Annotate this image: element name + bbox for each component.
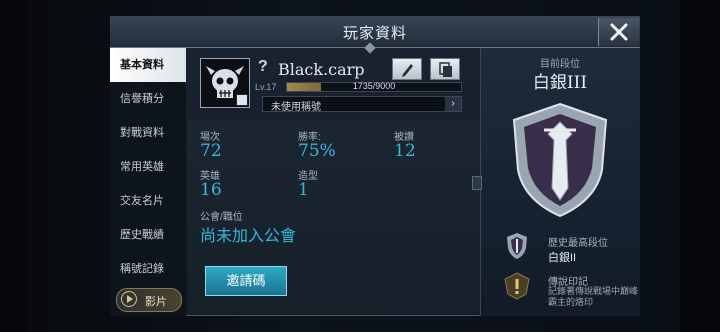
highest-rank-value: 白銀II — [548, 252, 577, 264]
right-edge — [680, 0, 720, 332]
winrate-value: 75% — [298, 141, 336, 161]
tab-basic-info[interactable]: 基本資料 — [110, 48, 186, 82]
rename-button[interactable] — [392, 58, 422, 80]
rank-collapse-toggle[interactable] — [472, 176, 482, 190]
player-name: Black.carp — [278, 60, 365, 79]
window-title: 玩家資料 — [342, 25, 407, 42]
close-icon — [610, 23, 628, 41]
invite-code-button[interactable]: 邀請碼 — [205, 266, 287, 296]
copy-icon — [439, 62, 452, 77]
help-icon[interactable]: ? — [258, 58, 268, 76]
guild-value: 尚未加入公會 — [200, 228, 297, 245]
player-level: Lv.17 — [255, 82, 277, 92]
pencil-icon — [402, 64, 413, 77]
play-icon — [121, 291, 137, 307]
legend-mark-description: 記錄著傳說戰場中巔峰霸主的烙印 — [548, 286, 639, 307]
current-rank-value: 白銀III — [532, 73, 588, 93]
chevron-right-icon: › — [445, 97, 461, 111]
legend-mark-icon — [504, 272, 530, 300]
skins-value: 1 — [298, 180, 309, 200]
tab-common-heroes[interactable]: 常用英雄 — [110, 150, 186, 184]
avatar-edit-icon[interactable] — [236, 94, 248, 106]
player-title-select[interactable]: 未使用稱號 › — [262, 96, 462, 113]
matches-value: 72 — [200, 141, 222, 161]
left-edge — [0, 0, 28, 332]
likes-value: 12 — [394, 141, 416, 161]
tab-match-data[interactable]: 對戰資料 — [110, 116, 186, 150]
highest-rank-icon — [507, 233, 527, 259]
exp-text: 1735/9000 — [352, 81, 396, 91]
profile-tabs: 基本資料 信譽積分 對戰資料 常用英雄 交友名片 歷史戰績 稱號記錄 — [110, 48, 186, 316]
highest-rank-label: 歷史最高段位 — [548, 238, 608, 249]
close-button[interactable] — [598, 18, 639, 46]
copy-button[interactable] — [430, 58, 460, 80]
exp-bar: 1735/9000 — [286, 81, 462, 92]
guild-label: 公會/職位 — [200, 212, 243, 223]
tab-social-card[interactable]: 交友名片 — [110, 184, 186, 218]
heroes-value: 16 — [200, 180, 222, 200]
player-title-text: 未使用稱號 — [271, 102, 321, 113]
tab-title-records[interactable]: 稱號記錄 — [110, 252, 186, 286]
video-button[interactable]: 影片 — [116, 288, 182, 312]
silver-rank-shield-icon — [512, 102, 608, 218]
video-button-label: 影片 — [145, 296, 167, 308]
tab-match-history[interactable]: 歷史戰績 — [110, 218, 186, 252]
title-bar: 玩家資料 — [110, 16, 640, 48]
tab-reputation[interactable]: 信譽積分 — [110, 82, 186, 116]
